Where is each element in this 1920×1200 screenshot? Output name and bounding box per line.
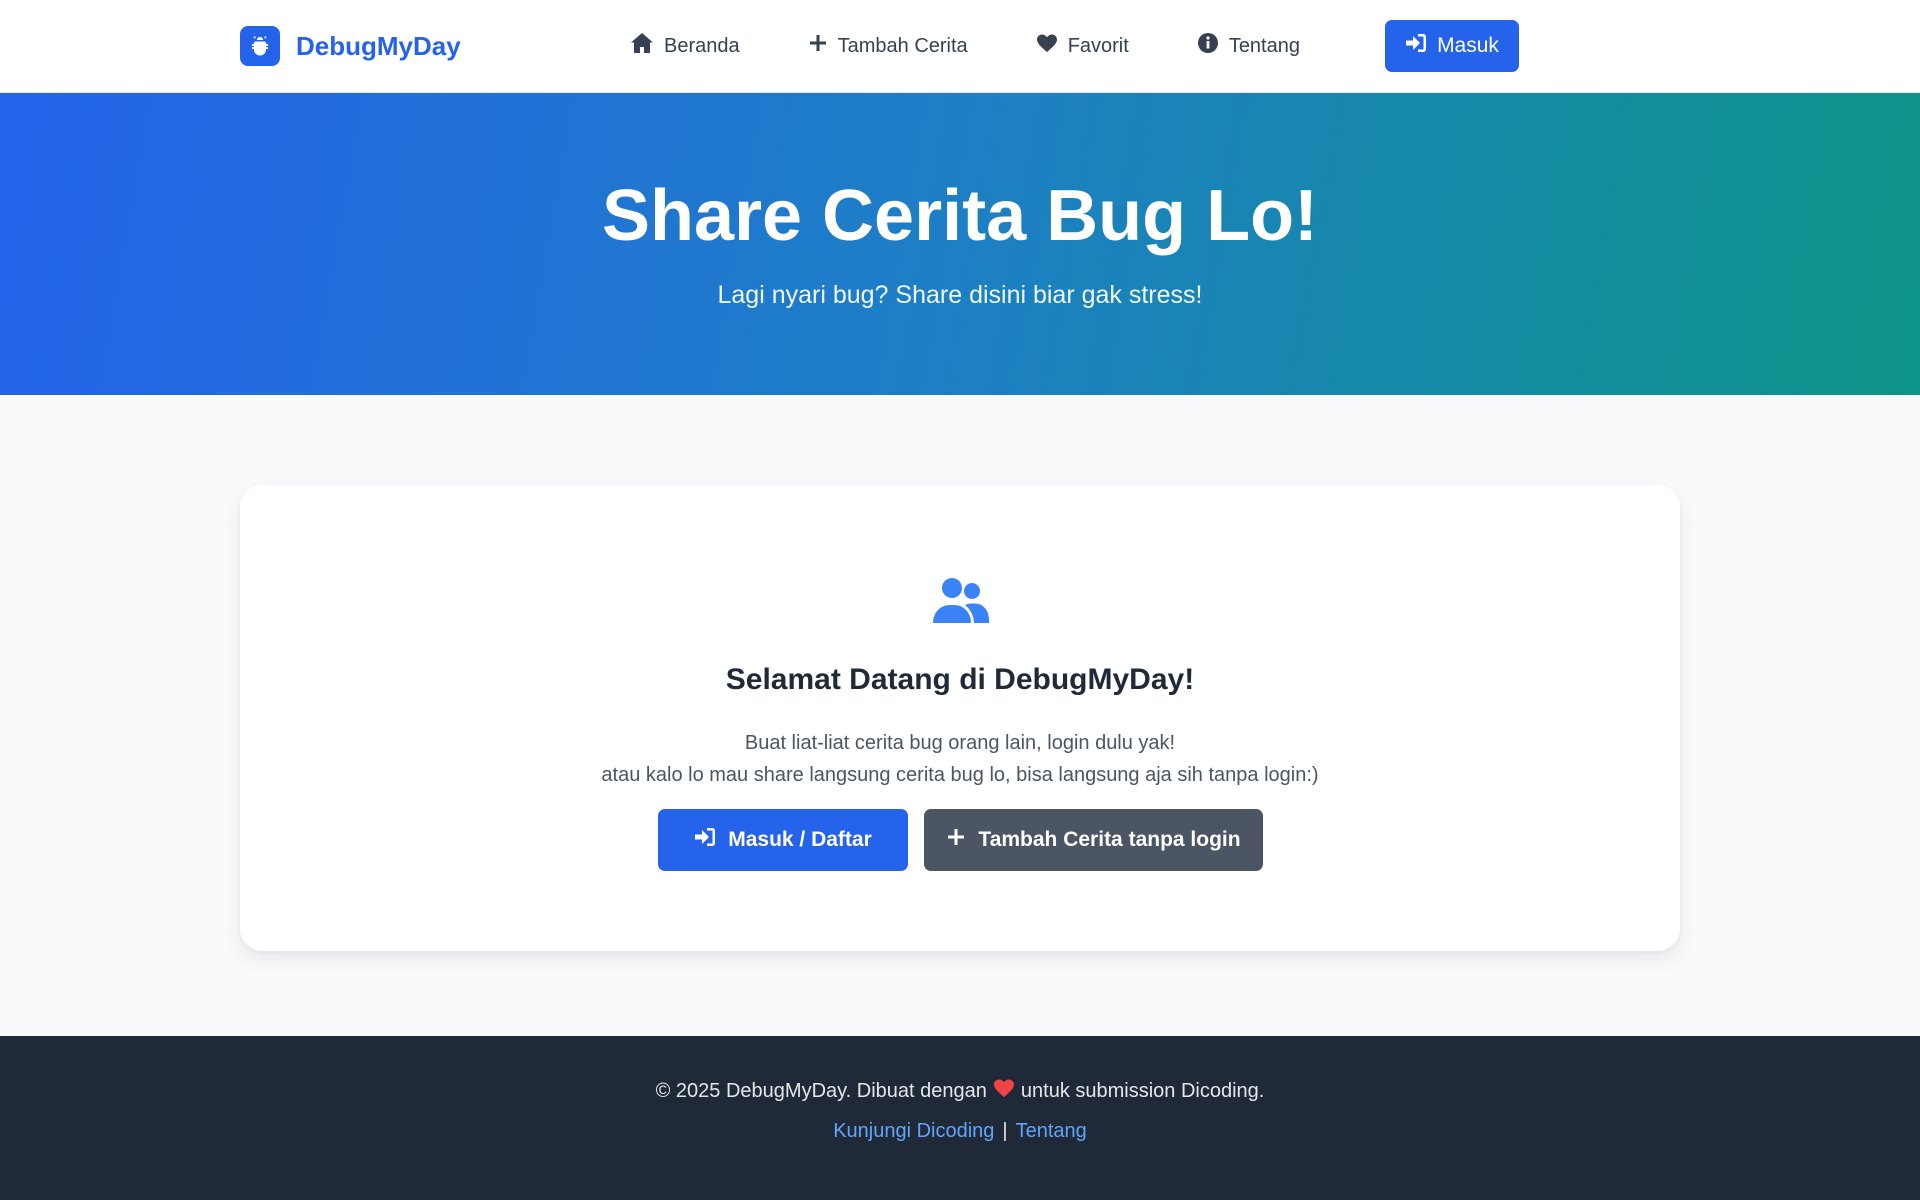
nav-item-label: Favorit (1067, 34, 1129, 57)
footer-text-before: © 2025 DebugMyDay. Dibuat dengan (655, 1079, 987, 1102)
add-story-guest-button[interactable]: Tambah Cerita tanpa login (924, 809, 1263, 871)
users-icon (932, 577, 990, 625)
login-register-button[interactable]: Masuk / Daftar (658, 809, 908, 871)
heart-icon (1036, 33, 1058, 59)
nav-item-label: Tentang (1228, 34, 1300, 57)
nav-item-label: Beranda (664, 34, 740, 57)
footer-credit: © 2025 DebugMyDay. Dibuat dengan untuk s… (0, 1078, 1920, 1104)
brand-logo-link[interactable]: DebugMyDay (240, 26, 461, 66)
footer-link-tentang[interactable]: Tentang (1016, 1120, 1087, 1143)
login-register-label: Masuk / Daftar (728, 828, 872, 851)
bug-icon (240, 26, 280, 66)
welcome-title: Selamat Datang di DebugMyDay! (725, 663, 1195, 696)
welcome-card: Selamat Datang di DebugMyDay! Buat liat-… (240, 485, 1680, 951)
nav-item-beranda[interactable]: Beranda (630, 20, 740, 72)
login-button-label: Masuk (1437, 34, 1499, 57)
plus-icon (946, 827, 966, 853)
nav-item-favorit[interactable]: Favorit (1036, 20, 1129, 72)
hero-banner: Share Cerita Bug Lo! Lagi nyari bug? Sha… (0, 93, 1920, 395)
main-nav: Beranda Tambah Cerita Favorit Tentang (630, 20, 1368, 72)
nav-item-tentang[interactable]: Tentang (1197, 20, 1300, 72)
footer-text-after: untuk submission Dicoding. (1020, 1079, 1265, 1102)
info-icon (1197, 32, 1219, 60)
heart-icon (993, 1078, 1015, 1104)
hero-title: Share Cerita Bug Lo! (601, 176, 1319, 256)
welcome-actions: Masuk / Daftar Tambah Cerita tanpa login (658, 809, 1263, 871)
sign-in-icon (694, 827, 716, 853)
footer-link-dicoding[interactable]: Kunjungi Dicoding (833, 1120, 994, 1143)
plus-icon (808, 33, 828, 59)
welcome-text-line: Buat liat-liat cerita bug orang lain, lo… (744, 732, 1176, 754)
welcome-text-line: atau kalo lo mau share langsung cerita b… (601, 764, 1319, 786)
home-icon (630, 32, 654, 60)
brand-name: DebugMyDay (296, 30, 461, 61)
site-header: DebugMyDay Beranda Tambah Cerita Favorit… (0, 0, 1920, 93)
footer-separator: | (1002, 1120, 1008, 1142)
nav-item-label: Tambah Cerita (837, 34, 968, 57)
footer-links: Kunjungi Dicoding | Tentang (0, 1120, 1920, 1143)
sign-in-icon (1405, 33, 1427, 59)
nav-item-tambah-cerita[interactable]: Tambah Cerita (808, 20, 968, 72)
add-story-guest-label: Tambah Cerita tanpa login (978, 828, 1241, 851)
hero-subtitle: Lagi nyari bug? Share disini biar gak st… (717, 281, 1203, 309)
site-footer: © 2025 DebugMyDay. Dibuat dengan untuk s… (0, 1036, 1920, 1200)
login-button[interactable]: Masuk (1385, 20, 1519, 72)
welcome-text: Buat liat-liat cerita bug orang lain, lo… (240, 727, 1680, 791)
